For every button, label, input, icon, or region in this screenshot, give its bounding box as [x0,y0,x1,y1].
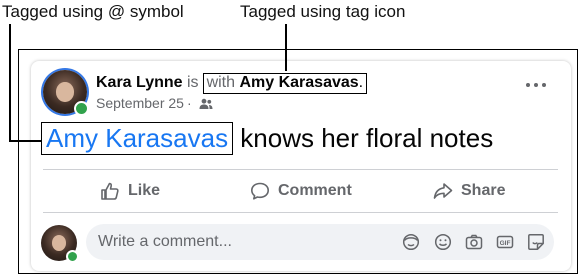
post-text-body: knows her floral notes [233,123,494,153]
online-status-indicator [74,101,89,116]
is-text: is [187,74,199,91]
leader-line-at-vertical [9,24,11,141]
share-button[interactable]: Share [433,178,505,204]
post-text: Amy Karasavas knows her floral notes [41,122,493,155]
avatar-face [56,82,74,102]
sticker-icon[interactable] [527,233,545,251]
post-header: Kara Lynne is with Amy Karasavas. [96,73,368,94]
like-label: Like [128,182,161,199]
emoji-icon[interactable] [434,233,452,251]
thumbs-up-icon [101,182,119,200]
tag-callout-box: with Amy Karasavas. [202,73,368,94]
like-button[interactable]: Like [100,178,160,204]
avatar-face [51,235,67,251]
header-period: . [358,74,364,91]
actions-divider-top [43,169,558,170]
share-icon [433,183,453,199]
author-avatar[interactable] [43,70,89,116]
meta-separator: · [186,95,192,111]
post-date[interactable]: September 25 [96,95,184,111]
comment-button[interactable]: Comment [250,178,352,204]
post-meta: September 25 · [96,95,213,111]
commenter-avatar[interactable] [41,225,79,263]
tagged-person-name[interactable]: Amy Karasavas [239,74,358,91]
callout-tag-icon: Tagged using tag icon [240,2,406,21]
comment-input[interactable] [98,224,378,260]
callout-at-symbol: Tagged using @ symbol [2,2,184,21]
author-name[interactable]: Kara Lynne [96,74,183,91]
camera-icon[interactable] [465,233,483,251]
mention-link[interactable]: Amy Karasavas [46,123,228,153]
more-options-icon[interactable] [525,80,547,90]
comment-composer: GIF [86,224,554,260]
with-text: with [206,74,236,91]
online-status-indicator [66,250,79,263]
avatar-sticker-icon[interactable] [402,233,420,251]
leader-line-tag [285,24,287,71]
leader-line-at-horizontal [9,140,42,142]
share-label: Share [461,182,506,199]
comment-label: Comment [278,182,352,199]
svg-text:GIF: GIF [500,240,511,247]
mention-callout-box: Amy Karasavas [41,122,234,155]
friends-icon[interactable] [199,98,213,110]
comment-icon [251,182,269,200]
actions-divider-bottom [43,212,558,213]
gif-icon[interactable]: GIF [496,233,514,251]
